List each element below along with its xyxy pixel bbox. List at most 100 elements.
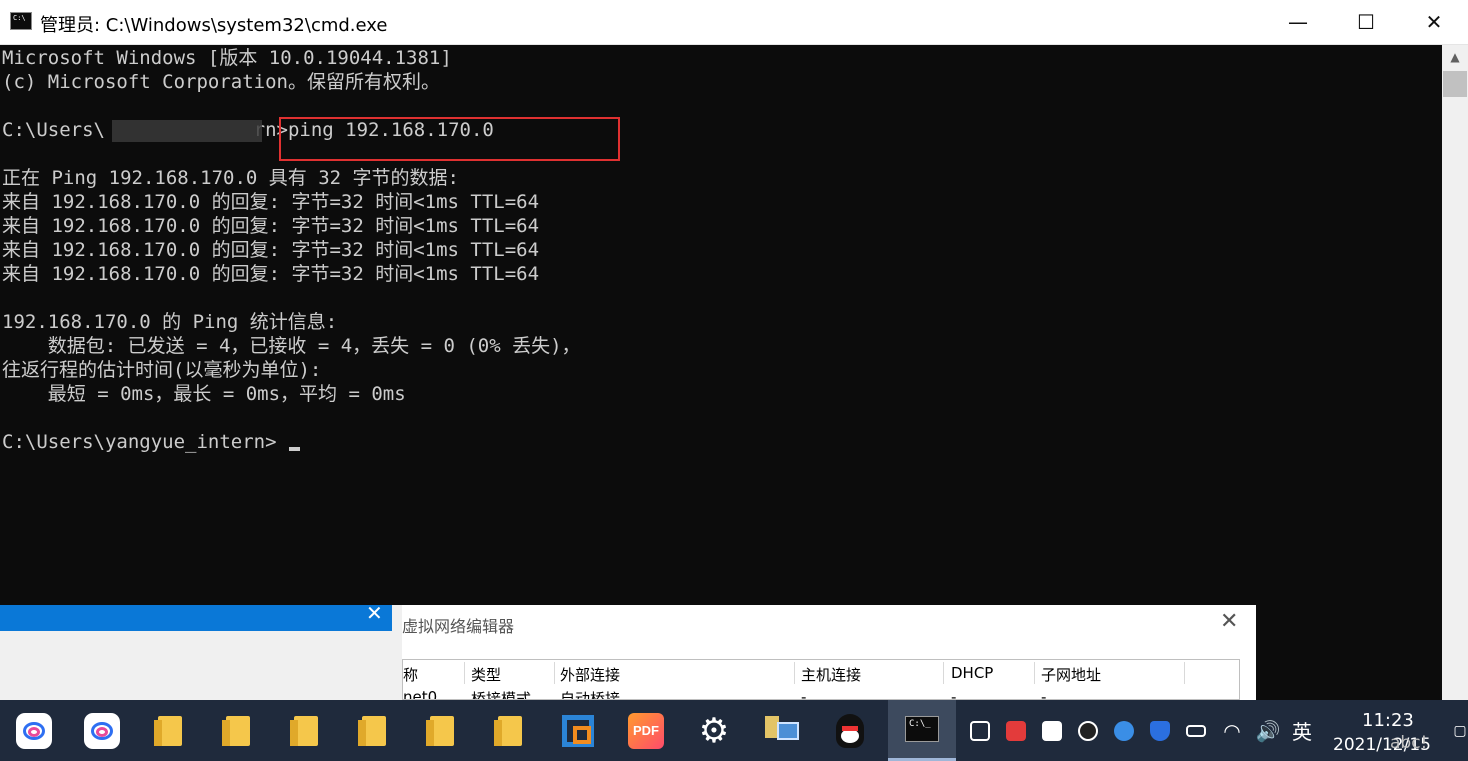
taskbar-folder[interactable]: [272, 700, 340, 761]
taskbar-baidu-netdisk-2[interactable]: [68, 700, 136, 761]
taskbar-folder[interactable]: [408, 700, 476, 761]
notification-icon[interactable]: ▢: [1452, 700, 1468, 761]
console-lower-area: [1256, 605, 1468, 700]
qq-icon: [1078, 720, 1098, 741]
background-window[interactable]: ✕: [0, 601, 402, 700]
column-divider: [794, 662, 795, 684]
close-button[interactable]: ✕: [1400, 0, 1468, 44]
folder-icon: [426, 715, 454, 746]
table-cell[interactable]: net0: [403, 688, 437, 699]
scrollbar-track[interactable]: [1442, 605, 1468, 700]
browser-icon: [1114, 720, 1134, 741]
column-divider: [464, 662, 465, 684]
console-line: 来自 192.168.170.0 的回复: 字节=32 时间<1ms TTL=6…: [2, 239, 540, 261]
volume-icon: 🔊: [1255, 718, 1281, 743]
column-divider: [1034, 662, 1035, 684]
tray-input-language[interactable]: 英: [1284, 700, 1320, 761]
screen-icon: [970, 720, 990, 741]
taskbar-folder[interactable]: [136, 700, 204, 761]
taskbar-cmd[interactable]: [888, 700, 956, 761]
taskbar-vmware[interactable]: [544, 700, 612, 761]
folder-icon: [358, 715, 386, 746]
minimize-button[interactable]: —: [1264, 0, 1332, 44]
console-line: 最短 = 0ms，最长 = 0ms，平均 = 0ms: [2, 383, 406, 405]
cmd-app-icon[interactable]: [10, 12, 32, 30]
window-title: 管理员: C:\Windows\system32\cmd.exe: [40, 15, 388, 36]
table-cell[interactable]: 自动桥接: [560, 688, 620, 699]
column-header-dhcp[interactable]: DHCP: [951, 664, 993, 682]
column-header-name[interactable]: 称: [403, 664, 418, 685]
console-line: 来自 192.168.170.0 的回复: 字节=32 时间<1ms TTL=6…: [2, 263, 540, 285]
network-connections-icon: [765, 715, 799, 746]
text-cursor: [289, 447, 300, 451]
wifi-icon: ◠: [1223, 718, 1241, 743]
column-header-host[interactable]: 主机连接: [801, 664, 861, 685]
tray-screen[interactable]: [962, 700, 998, 761]
tray-qq[interactable]: [1070, 700, 1106, 761]
tray-wifi[interactable]: ◠: [1214, 700, 1250, 761]
taskbar-settings[interactable]: ⚙: [680, 700, 748, 761]
baidu-netdisk-icon: [1042, 720, 1062, 741]
console-line: 正在 Ping 192.168.170.0 具有 32 字节的数据:: [2, 167, 459, 189]
console-line: 192.168.170.0 的 Ping 统计信息:: [2, 311, 338, 333]
column-header-subnet[interactable]: 子网地址: [1041, 664, 1101, 685]
tray-battery[interactable]: [1178, 700, 1214, 761]
taskbar-pdf[interactable]: PDF: [612, 700, 680, 761]
column-header-type[interactable]: 类型: [471, 664, 501, 685]
console-prompt: C:\Users\yangyue_intern>: [2, 431, 277, 453]
title-bar: 管理员: C:\Windows\system32\cmd.exe — ☐ ✕: [0, 0, 1468, 45]
console-line: 数据包: 已发送 = 4，已接收 = 4，丢失 = 0 (0% 丢失)，: [2, 335, 581, 357]
table-cell[interactable]: -: [951, 688, 956, 699]
console-line: (c) Microsoft Corporation。保留所有权利。: [2, 71, 440, 93]
console-line: 来自 192.168.170.0 的回复: 字节=32 时间<1ms TTL=6…: [2, 191, 540, 213]
clock-time[interactable]: 11:23: [1362, 710, 1414, 731]
watermark-text: abc!: [1390, 733, 1428, 753]
pdf-icon: PDF: [628, 712, 664, 749]
scroll-up-arrow-icon[interactable]: ▲: [1442, 45, 1468, 69]
background-window-titlebar: ✕: [0, 601, 392, 631]
taskbar-baidu-netdisk-1[interactable]: [0, 700, 68, 761]
folder-icon: [222, 715, 250, 746]
tray-app-red[interactable]: [998, 700, 1034, 761]
console-output[interactable]: Microsoft Windows [版本 10.0.19044.1381] (…: [0, 45, 1442, 605]
taskbar-folder[interactable]: [340, 700, 408, 761]
network-table[interactable]: 称 类型 外部连接 主机连接 DHCP 子网地址 net0 桥接模式 自动桥接 …: [402, 659, 1240, 700]
column-divider: [943, 662, 944, 684]
dialog-close-icon[interactable]: ✕: [1220, 609, 1238, 634]
table-cell[interactable]: -: [1041, 688, 1046, 699]
gear-icon: ⚙: [698, 710, 730, 751]
redacted-username: [112, 120, 262, 142]
dialog-title: 虚拟网络编辑器: [402, 617, 515, 636]
taskbar-folder[interactable]: [476, 700, 544, 761]
taskbar-qq[interactable]: [816, 700, 884, 761]
folder-icon: [154, 715, 182, 746]
maximize-button[interactable]: ☐: [1332, 0, 1400, 44]
taskbar: PDF ⚙ ◠ 🔊 英: [0, 700, 1468, 761]
console-line: 来自 192.168.170.0 的回复: 字节=32 时间<1ms TTL=6…: [2, 215, 540, 237]
input-language: 英: [1292, 720, 1312, 744]
table-cell[interactable]: -: [801, 688, 806, 699]
virtual-network-editor-dialog[interactable]: 虚拟网络编辑器 ✕ 称 类型 外部连接 主机连接 DHCP 子网地址 net0 …: [402, 607, 1257, 700]
shield-icon: [1150, 720, 1170, 741]
folder-icon: [494, 715, 522, 746]
taskbar-network[interactable]: [748, 700, 816, 761]
taskbar-folder[interactable]: [204, 700, 272, 761]
baidu-netdisk-icon: [16, 712, 52, 749]
column-header-external[interactable]: 外部连接: [560, 664, 620, 685]
tray-browser[interactable]: [1106, 700, 1142, 761]
close-icon[interactable]: ✕: [366, 601, 383, 625]
scroll-thumb[interactable]: [1443, 71, 1467, 97]
tray-security[interactable]: [1142, 700, 1178, 761]
tray-volume[interactable]: 🔊: [1250, 700, 1286, 761]
ping-command-highlight: [279, 117, 620, 161]
tray-baidu[interactable]: [1034, 700, 1070, 761]
table-cell[interactable]: 桥接模式: [471, 688, 531, 699]
baidu-netdisk-icon: [84, 712, 120, 749]
app-red-icon: [1006, 720, 1026, 741]
qq-icon: [836, 713, 864, 748]
cmd-icon: [905, 716, 939, 742]
vertical-scrollbar[interactable]: ▲: [1442, 45, 1468, 605]
battery-icon: [1186, 724, 1206, 737]
console-line: Microsoft Windows [版本 10.0.19044.1381]: [2, 47, 452, 69]
vmware-icon: [562, 714, 594, 747]
